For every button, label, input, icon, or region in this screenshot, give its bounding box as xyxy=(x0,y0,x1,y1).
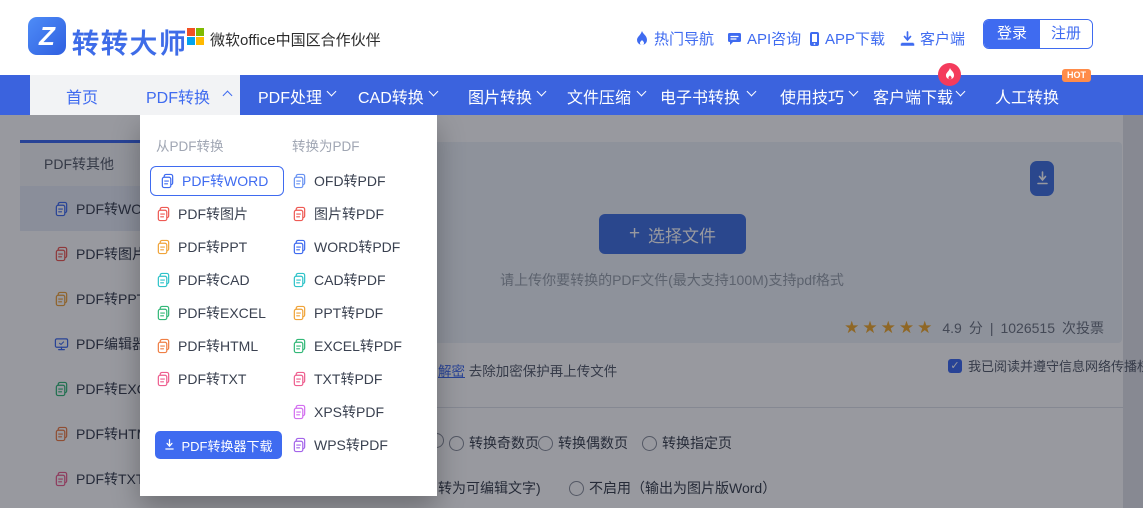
chevron-down-icon xyxy=(849,87,859,97)
site-header: Z 转转大师 微软office中国区合作伙伴 热门导航 API咨询 APP下载 … xyxy=(0,0,1143,75)
document-icon xyxy=(292,173,307,189)
menu-item-label: PDF转CAD xyxy=(178,270,250,290)
menu-item-label: WORD转PDF xyxy=(314,237,400,257)
download-icon xyxy=(900,31,915,46)
document-icon xyxy=(292,404,307,420)
nav-item-cad-convert[interactable]: CAD转换 xyxy=(358,84,424,108)
api-consult-link[interactable]: API咨询 xyxy=(727,28,801,49)
menu-item-pdf-to-cad[interactable]: PDF转CAD xyxy=(156,265,250,295)
menu-item-label: PDF转TXT xyxy=(178,369,246,389)
menu-item-label: PDF转PPT xyxy=(178,237,247,257)
menu-item-label: PDF转图片 xyxy=(178,204,248,224)
chevron-down-icon xyxy=(747,87,757,97)
nav-item-home[interactable]: 首页 xyxy=(66,84,98,108)
phone-icon xyxy=(809,31,820,47)
chevron-down-icon xyxy=(956,87,966,97)
menu-item-txt-to-pdf[interactable]: TXT转PDF xyxy=(292,364,382,394)
nav-item-ebook-convert[interactable]: 电子书转换 xyxy=(660,84,740,108)
menu-item-pdf-to-excel[interactable]: PDF转EXCEL xyxy=(156,298,266,328)
chevron-down-icon xyxy=(637,87,647,97)
menu-item-label: PPT转PDF xyxy=(314,303,383,323)
menu-item-excel-to-pdf[interactable]: EXCEL转PDF xyxy=(292,331,402,361)
dropdown-column-title: 转换为PDF xyxy=(292,135,360,155)
document-icon xyxy=(156,371,171,387)
chevron-down-icon xyxy=(327,87,337,97)
menu-item-xps-to-pdf[interactable]: XPS转PDF xyxy=(292,397,384,427)
chevron-down-icon xyxy=(537,87,547,97)
page: PDF转其他 PDF转WORD PDF转图片 PDF转PPT PDF编辑器 PD… xyxy=(0,0,1143,508)
menu-item-ppt-to-pdf[interactable]: PPT转PDF xyxy=(292,298,383,328)
main-nav: 首页 PDF转换 PDF处理 CAD转换 图片转换 文件压缩 电子书转换 使用技… xyxy=(0,75,1143,115)
client-download-link[interactable]: 客户端 xyxy=(900,28,965,49)
document-icon xyxy=(156,239,171,255)
brand-logo-icon[interactable]: Z xyxy=(28,17,66,55)
menu-item-image-to-pdf[interactable]: 图片转PDF xyxy=(292,199,384,229)
menu-item-label: WPS转PDF xyxy=(314,435,388,455)
flame-badge-icon xyxy=(938,63,961,86)
pdf-converter-download-button[interactable]: PDF转换器下载 xyxy=(155,431,282,459)
nav-item-pdf-process[interactable]: PDF处理 xyxy=(258,84,322,108)
flame-icon xyxy=(635,31,649,47)
document-icon xyxy=(292,272,307,288)
document-icon xyxy=(292,305,307,321)
document-icon xyxy=(156,305,171,321)
chat-icon xyxy=(727,32,742,46)
document-icon xyxy=(292,371,307,387)
document-icon xyxy=(160,173,175,189)
menu-item-label: PDF转HTML xyxy=(178,336,258,356)
nav-item-client-download[interactable]: 客户端下载 xyxy=(873,84,953,108)
menu-item-label: OFD转PDF xyxy=(314,171,386,191)
menu-item-pdf-to-ppt[interactable]: PDF转PPT xyxy=(156,232,247,262)
download-arrow-icon xyxy=(164,439,175,451)
nav-item-manual-convert[interactable]: 人工转换 xyxy=(995,84,1059,108)
nav-item-tips[interactable]: 使用技巧 xyxy=(780,84,844,108)
document-icon xyxy=(156,338,171,354)
dropdown-column-title: 从PDF转换 xyxy=(156,135,224,155)
menu-item-cad-to-pdf[interactable]: CAD转PDF xyxy=(292,265,386,295)
document-icon xyxy=(292,338,307,354)
brand-name[interactable]: 转转大师 xyxy=(72,22,188,61)
pdf-convert-dropdown: 从PDF转换 转换为PDF PDF转WORD PDF转图片 PDF转PPT PD… xyxy=(140,115,437,496)
register-button[interactable]: 注册 xyxy=(1040,20,1092,48)
nav-item-pdf-convert[interactable]: PDF转换 xyxy=(146,84,210,108)
document-icon xyxy=(292,239,307,255)
app-download-link[interactable]: APP下载 xyxy=(809,28,885,49)
nav-item-image-convert[interactable]: 图片转换 xyxy=(468,84,532,108)
auth-buttons: 登录 注册 xyxy=(983,19,1093,49)
menu-item-pdf-to-html[interactable]: PDF转HTML xyxy=(156,331,258,361)
hot-nav-link[interactable]: 热门导航 xyxy=(635,28,714,49)
chevron-down-icon xyxy=(429,87,439,97)
login-button[interactable]: 登录 xyxy=(984,20,1040,48)
document-icon xyxy=(156,206,171,222)
menu-item-label: EXCEL转PDF xyxy=(314,336,402,356)
menu-item-label: CAD转PDF xyxy=(314,270,386,290)
partner-text: 微软office中国区合作伙伴 xyxy=(210,29,381,50)
menu-item-pdf-to-image[interactable]: PDF转图片 xyxy=(156,199,248,229)
menu-item-label: XPS转PDF xyxy=(314,402,384,422)
menu-item-wps-to-pdf[interactable]: WPS转PDF xyxy=(292,430,388,460)
nav-item-file-compress[interactable]: 文件压缩 xyxy=(567,84,631,108)
document-icon xyxy=(156,272,171,288)
document-icon xyxy=(292,206,307,222)
menu-item-pdf-to-txt[interactable]: PDF转TXT xyxy=(156,364,246,394)
document-icon xyxy=(292,437,307,453)
menu-item-label: PDF转WORD xyxy=(182,171,268,191)
menu-item-label: PDF转EXCEL xyxy=(178,303,266,323)
menu-item-ofd-to-pdf[interactable]: OFD转PDF xyxy=(292,166,386,196)
hot-badge: HOT xyxy=(1062,69,1091,82)
menu-item-label: 图片转PDF xyxy=(314,204,384,224)
menu-item-word-to-pdf[interactable]: WORD转PDF xyxy=(292,232,400,262)
menu-item-pdf-to-word[interactable]: PDF转WORD xyxy=(150,166,284,196)
menu-item-label: TXT转PDF xyxy=(314,369,382,389)
microsoft-logo-icon xyxy=(187,28,204,45)
